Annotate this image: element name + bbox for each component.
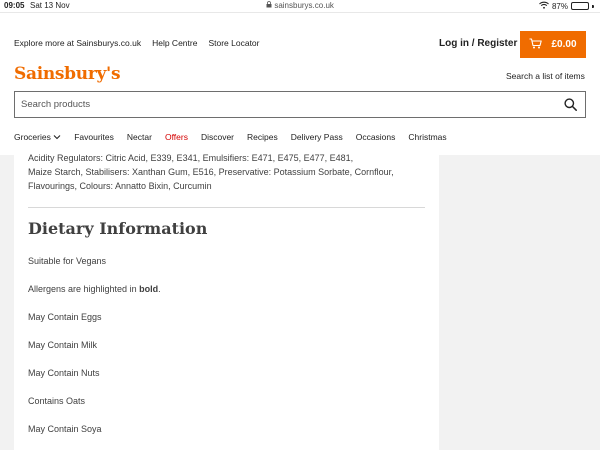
ingredients-line: Maize Starch, Stabilisers: Xanthan Gum, … [28, 167, 394, 177]
search-box [14, 91, 586, 118]
status-bar: 09:05 Sat 13 Nov sainsburys.co.uk 87% [0, 0, 600, 12]
ingredients-line: Flavourings, Colours: Annatto Bixin, Cur… [28, 181, 212, 191]
store-locator-link[interactable]: Store Locator [208, 38, 259, 48]
nav-delivery-pass[interactable]: Delivery Pass [291, 132, 343, 142]
chevron-down-icon [53, 132, 61, 142]
login-register-link[interactable]: Log in / Register [439, 38, 517, 49]
status-right: 87% [539, 1, 594, 11]
nav-groceries-label: Groceries [14, 132, 51, 142]
main-nav: Groceries Favourites Nectar Offers Disco… [14, 132, 447, 142]
nav-recipes[interactable]: Recipes [247, 132, 278, 142]
basket-button[interactable]: £0.00 [520, 31, 586, 58]
nav-christmas[interactable]: Christmas [408, 132, 446, 142]
allergen-item: May Contain Milk [28, 340, 98, 350]
explore-link[interactable]: Explore more at Sainsburys.co.uk [14, 38, 141, 48]
allergen-item: Contains Oats [28, 396, 86, 406]
allergen-note-suffix: . [158, 284, 161, 294]
help-centre-link[interactable]: Help Centre [152, 38, 197, 48]
search-input[interactable] [15, 92, 545, 117]
top-links: Explore more at Sainsburys.co.uk Help Ce… [14, 38, 259, 48]
battery-tip [592, 4, 594, 8]
site-header: Explore more at Sainsburys.co.uk Help Ce… [0, 12, 600, 155]
battery-percent: 87% [551, 1, 568, 11]
ingredients-line: Acidity Regulators: Citric Acid, E339, E… [28, 153, 354, 163]
nav-favourites[interactable]: Favourites [74, 132, 114, 142]
allergen-note: Allergens are highlighted in bold. [28, 284, 161, 294]
allergen-note-bold: bold [139, 284, 159, 294]
vegan-text: Suitable for Vegans [28, 256, 107, 266]
nav-nectar[interactable]: Nectar [127, 132, 152, 142]
section-divider [28, 207, 425, 208]
basket-total: £0.00 [551, 39, 577, 50]
wifi-icon [539, 1, 549, 11]
ingredients-text: Acidity Regulators: Citric Acid, E339, E… [28, 151, 428, 193]
search-list-link[interactable]: Search a list of items [506, 71, 585, 81]
allergen-note-prefix: Allergens are highlighted in [28, 284, 140, 294]
sainsburys-logo[interactable]: Sainsbury's [14, 64, 121, 84]
nav-discover[interactable]: Discover [201, 132, 234, 142]
address-bar[interactable]: sainsburys.co.uk [0, 1, 600, 10]
product-info-panel: Acidity Regulators: Citric Acid, E339, E… [14, 153, 439, 450]
allergen-item: May Contain Nuts [28, 368, 100, 378]
cart-icon [529, 37, 543, 52]
nav-groceries[interactable]: Groceries [14, 132, 61, 142]
dietary-information-heading: Dietary Information [28, 219, 208, 238]
url-text: sainsburys.co.uk [274, 1, 334, 10]
nav-offers[interactable]: Offers [165, 132, 188, 142]
nav-occasions[interactable]: Occasions [356, 132, 396, 142]
allergen-item: May Contain Eggs [28, 312, 102, 322]
search-icon[interactable] [564, 98, 577, 116]
battery-icon [571, 2, 589, 10]
allergen-item: May Contain Soya [28, 424, 102, 434]
